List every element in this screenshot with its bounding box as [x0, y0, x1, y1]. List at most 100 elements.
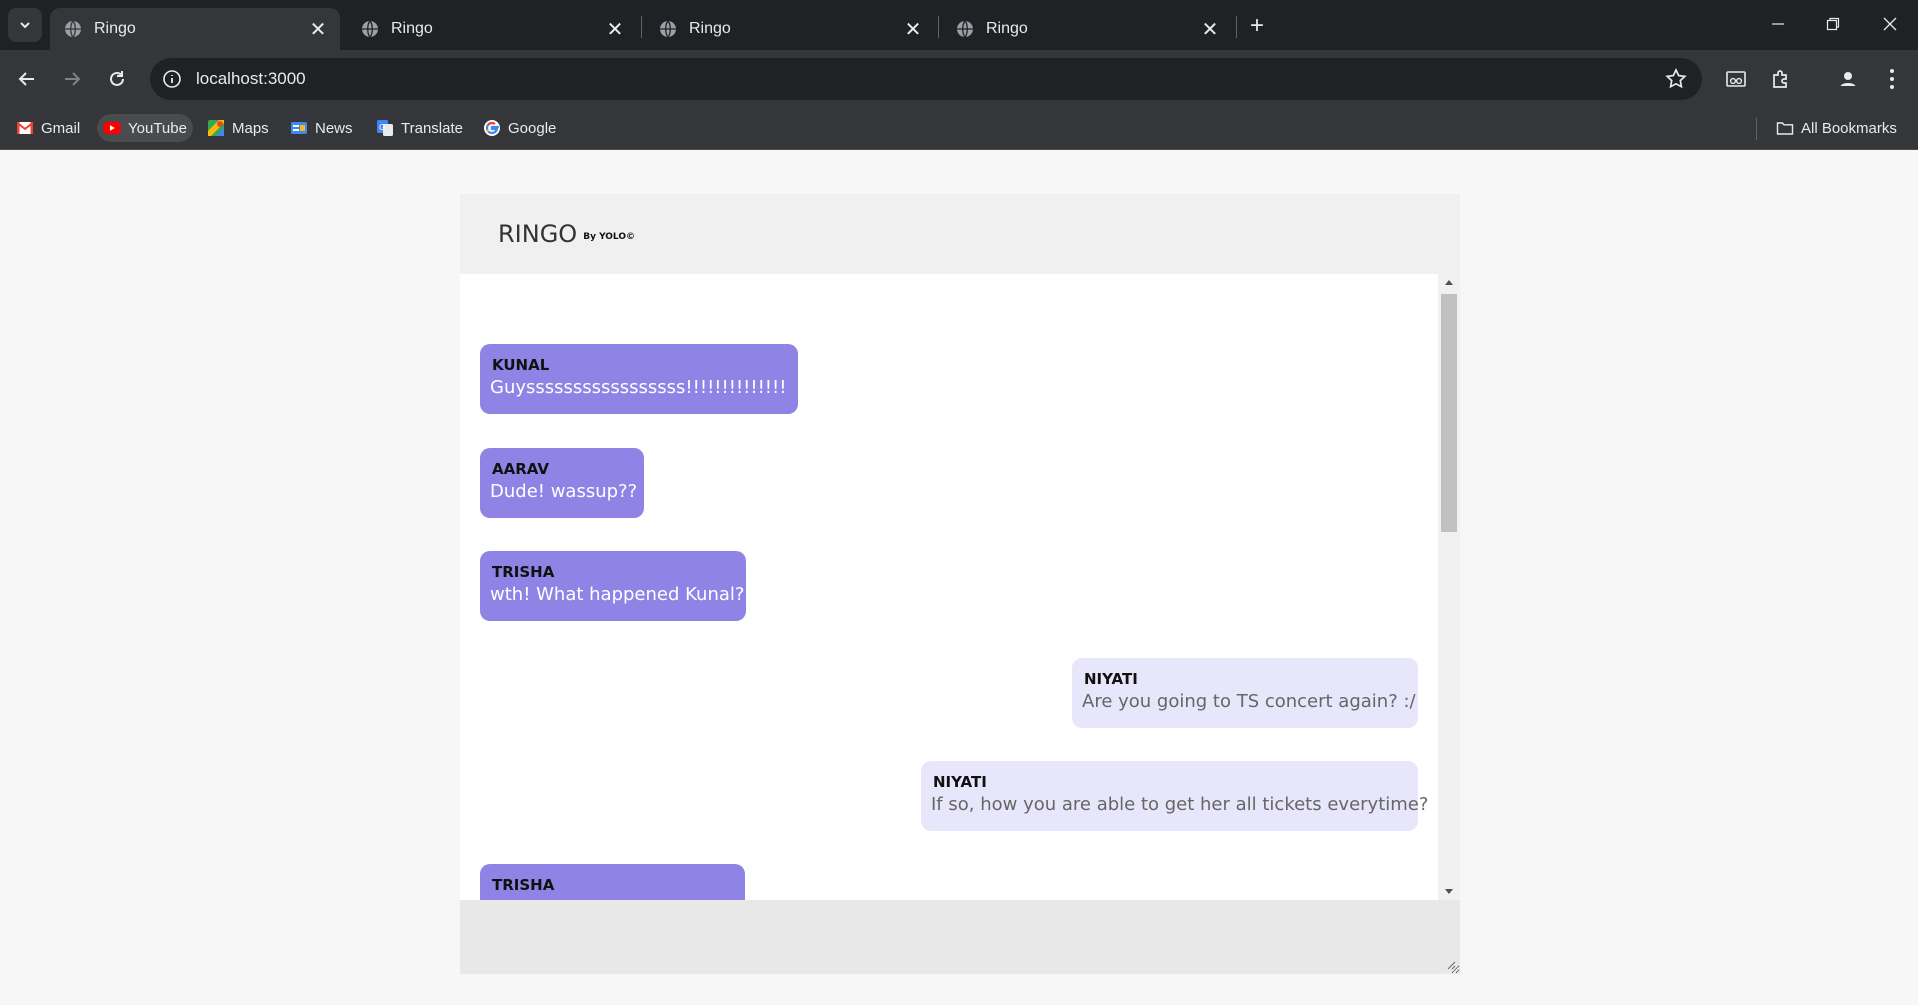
bookmark-label: Maps — [232, 119, 269, 137]
bookmarks-divider — [1756, 118, 1757, 140]
close-icon[interactable]: ✕ — [603, 17, 627, 41]
close-icon[interactable]: ✕ — [306, 17, 330, 41]
avatar-icon — [1837, 68, 1859, 90]
restore-button[interactable] — [1813, 8, 1853, 40]
restore-icon — [1826, 17, 1840, 31]
scroll-thumb[interactable] — [1441, 294, 1457, 532]
back-button[interactable] — [9, 61, 45, 97]
tab-separator — [1236, 16, 1237, 38]
maps-icon — [208, 120, 224, 136]
message-bubble: TRISHA — [480, 864, 745, 900]
minimize-icon — [1772, 23, 1784, 25]
star-icon[interactable] — [1664, 67, 1688, 91]
bookmark-label: YouTube — [128, 119, 187, 137]
bookmark-youtube[interactable]: YouTube — [97, 114, 193, 142]
message-list[interactable]: KUNAL Guysssssssssssssssss!!!!!!!!!!!!!!… — [460, 274, 1460, 900]
globe-icon — [957, 20, 973, 38]
tab-search-button[interactable] — [8, 8, 42, 42]
news-icon — [291, 122, 307, 134]
chat-scrollbar[interactable] — [1438, 274, 1460, 900]
resize-grip-icon[interactable] — [1446, 960, 1456, 970]
profile-button[interactable] — [1834, 65, 1862, 93]
close-icon — [1883, 17, 1897, 31]
bookmark-label: Gmail — [41, 119, 81, 137]
tab-title: Ringo — [94, 20, 136, 37]
message-bubble: NIYATI Are you going to TS concert again… — [1072, 658, 1418, 728]
puzzle-icon — [1773, 70, 1787, 88]
app-header: RINGO By YOLO© — [460, 194, 1460, 274]
bookmark-news[interactable]: News — [284, 114, 359, 142]
tab-ringo-1[interactable]: Ringo ✕ — [50, 8, 340, 50]
scroll-down-arrow-icon[interactable] — [1445, 889, 1453, 894]
google-icon — [484, 120, 500, 136]
tab-ringo-4[interactable]: Ringo ✕ — [942, 8, 1232, 50]
url-text[interactable]: localhost:3000 — [196, 69, 306, 89]
message-text: Dude! wassup?? — [490, 481, 638, 502]
message-sender: NIYATI — [1084, 670, 1138, 688]
reading-mode-icon — [1726, 71, 1746, 87]
bookmark-google[interactable]: Google — [477, 114, 562, 142]
brand-byline: By YOLO© — [583, 232, 635, 242]
all-bookmarks-button[interactable]: All Bookmarks — [1770, 114, 1903, 142]
kebab-menu-icon — [1890, 69, 1894, 89]
close-icon[interactable]: ✕ — [901, 17, 925, 41]
tab-ringo-2[interactable]: Ringo ✕ — [347, 8, 637, 50]
message-text: wth! What happened Kunal? — [490, 584, 745, 605]
tab-bar: Ringo ✕ Ringo ✕ Ringo ✕ Ringo ✕ + — [0, 0, 1918, 50]
message-text: If so, how you are able to get her all t… — [931, 794, 1429, 815]
chat-app: RINGO By YOLO© KUNAL Guyssssssssssssssss… — [460, 194, 1460, 974]
message-sender: AARAV — [492, 460, 549, 478]
message-bubble: KUNAL Guysssssssssssssssss!!!!!!!!!!!!!! — [480, 344, 798, 414]
brand-title: RINGO — [498, 220, 578, 248]
globe-icon — [362, 20, 378, 38]
message-text: Guysssssssssssssssss!!!!!!!!!!!!!! — [490, 377, 787, 398]
bookmark-label: Google — [508, 119, 557, 137]
extensions-button[interactable] — [1767, 65, 1795, 93]
bookmark-label: Translate — [401, 119, 463, 137]
message-bubble: NIYATI If so, how you are able to get he… — [921, 761, 1429, 831]
info-icon[interactable] — [162, 69, 182, 89]
menu-button[interactable] — [1878, 65, 1906, 93]
forward-button[interactable] — [54, 61, 90, 97]
arrow-right-icon — [65, 72, 81, 86]
message-sender: TRISHA — [492, 563, 555, 581]
message-input[interactable] — [460, 900, 1460, 974]
tab-separator — [938, 16, 939, 38]
svg-text:G: G — [379, 123, 385, 132]
minimize-button[interactable] — [1758, 8, 1798, 40]
close-window-button[interactable] — [1870, 8, 1910, 40]
bookmarks-bar: Gmail YouTube Maps News G Translate Goog… — [0, 108, 1918, 150]
scroll-up-arrow-icon[interactable] — [1445, 280, 1453, 285]
page-content: RINGO By YOLO© KUNAL Guyssssssssssssssss… — [0, 151, 1918, 1005]
close-icon[interactable]: ✕ — [1198, 17, 1222, 41]
tab-title: Ringo — [986, 20, 1028, 37]
globe-icon — [65, 20, 81, 38]
address-bar[interactable]: localhost:3000 — [150, 58, 1702, 100]
browser-toolbar: localhost:3000 — [0, 50, 1918, 108]
message-bubble: AARAV Dude! wassup?? — [480, 448, 644, 518]
message-sender: NIYATI — [933, 773, 987, 791]
reload-button[interactable] — [99, 61, 135, 97]
globe-icon — [660, 20, 676, 38]
tab-separator — [641, 16, 642, 38]
bookmark-maps[interactable]: Maps — [201, 114, 275, 142]
bookmark-gmail[interactable]: Gmail — [10, 114, 86, 142]
tab-title: Ringo — [689, 20, 731, 37]
bookmark-label: News — [315, 119, 353, 137]
gmail-icon — [16, 122, 34, 134]
youtube-icon — [103, 122, 121, 134]
tab-ringo-3[interactable]: Ringo ✕ — [645, 8, 935, 50]
message-sender: KUNAL — [492, 356, 550, 374]
bookmark-translate[interactable]: G Translate — [370, 114, 469, 142]
reload-icon — [110, 71, 124, 86]
chevron-down-icon — [20, 22, 30, 29]
bookmark-label: All Bookmarks — [1801, 119, 1897, 137]
message-sender: TRISHA — [492, 876, 555, 894]
message-text: Are you going to TS concert again? :/ — [1082, 691, 1416, 712]
new-tab-button[interactable]: + — [1243, 12, 1271, 40]
arrow-left-icon — [18, 72, 34, 86]
folder-icon — [1776, 122, 1794, 135]
tab-title: Ringo — [391, 20, 433, 37]
message-bubble: TRISHA wth! What happened Kunal? — [480, 551, 746, 621]
reading-mode-button[interactable] — [1722, 65, 1750, 93]
